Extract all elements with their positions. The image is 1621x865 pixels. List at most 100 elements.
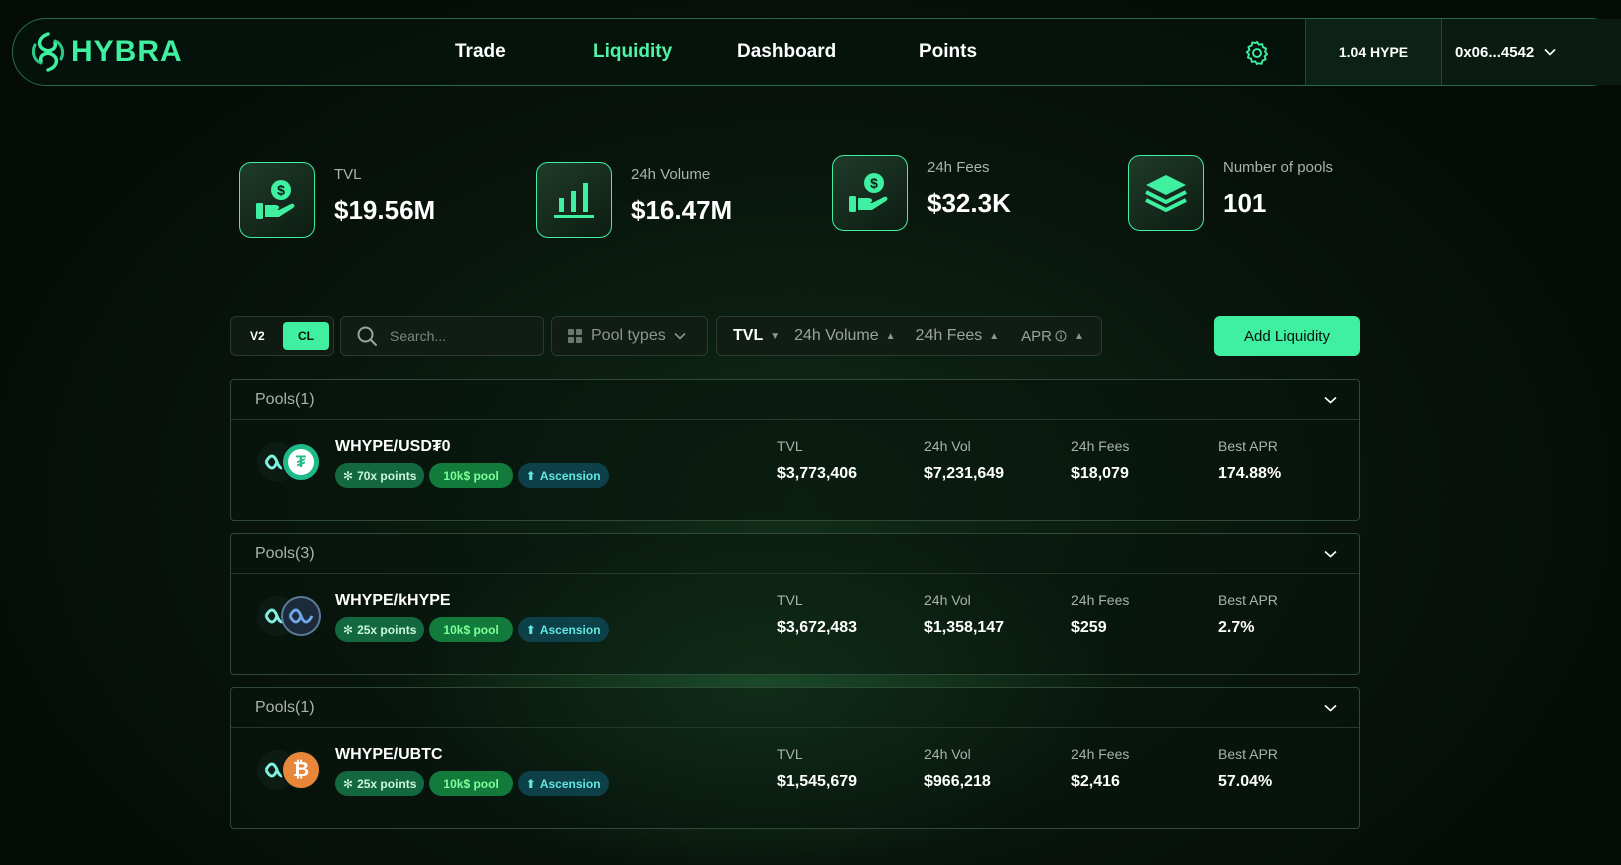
pool-row[interactable]: ₮ WHYPE/USD₮0 ✻ 70x points 10k$ pool ⬆ A… [231,420,1359,520]
stat-label: 24h Fees [927,159,990,176]
metric-label: TVL [777,438,803,454]
wallet-button[interactable]: 0x06...4542 [1441,19,1621,85]
pool-group-label: Pools(1) [255,698,315,716]
sort-apr[interactable]: APR ▲ [1021,328,1084,345]
nav-liquidity[interactable]: Liquidity [593,41,672,63]
metric-label: TVL [777,746,803,762]
stat-label: 24h Volume [631,166,711,183]
pool-group-header[interactable]: Pools(1) [231,688,1359,728]
metric-volume: 24h Vol $966,218 [924,746,991,791]
toggle-v2[interactable]: V2 [250,329,265,343]
token-symbol: ₮ [288,449,314,475]
pool-size-badge: 10k$ pool [429,463,513,488]
pair-icons [257,596,321,636]
metric-value: $259 [1071,619,1107,636]
hand-dollar-icon: $ [239,162,315,238]
wallet-address: 0x06...4542 [1455,43,1535,61]
pair-name[interactable]: WHYPE/USD₮0 [335,438,451,456]
metric-value: $7,231,649 [924,465,1005,482]
token-symbol: ₿ [292,758,310,781]
metric-fees: 24h Fees $18,079 [1071,438,1129,483]
pool-group-label: Pools(1) [255,390,315,408]
ubtc-token-icon: ₿ [281,750,321,790]
svg-text:$: $ [277,182,285,198]
pool-card: Pools(1) ₿ WHYPE/UBTC ✻ 25x points 10k$ … [230,687,1360,829]
metric-value: $1,358,147 [924,619,1005,636]
ascension-badge: ⬆ Ascension [517,617,609,642]
nav-points[interactable]: Points [919,41,977,63]
sort-bar: TVL ▼ 24h Volume ▲ 24h Fees ▲ APR ▲ [716,316,1102,356]
search-icon [357,326,377,346]
chevron-down-icon[interactable] [1324,550,1337,558]
pool-size-badge: 10k$ pool [429,771,513,796]
stat-value: $19.56M [334,195,436,225]
metric-apr: Best APR 2.7% [1218,592,1278,637]
logo[interactable]: HYBRA [29,31,183,73]
metric-label: 24h Fees [1071,746,1130,762]
points-icon: ✻ [343,468,354,483]
pool-row[interactable]: WHYPE/kHYPE ✻ 25x points 10k$ pool ⬆ Asc… [231,574,1359,674]
metric-apr: Best APR 174.88% [1218,438,1281,483]
brand-name: HYBRA [71,35,183,68]
stat-value: 101 [1223,188,1267,218]
sort-volume[interactable]: 24h Volume ▲ [794,327,895,345]
khype-token-icon [281,596,321,636]
info-icon[interactable] [1055,330,1067,342]
sort-asc-icon: ▲ [989,330,1000,342]
metric-label: 24h Vol [924,592,971,608]
metric-label: TVL [777,592,803,608]
pool-size-badge: 10k$ pool [429,617,513,642]
add-liquidity-button[interactable]: Add Liquidity [1214,316,1360,356]
metric-fees: 24h Fees $2,416 [1071,746,1129,791]
metric-value: $18,079 [1071,465,1129,482]
nav-dashboard[interactable]: Dashboard [737,41,836,63]
metric-tvl: TVL $3,773,406 [777,438,857,483]
version-toggle: V2 CL [230,316,334,356]
chevron-down-icon[interactable] [1324,704,1337,712]
metric-label: 24h Vol [924,438,971,454]
metric-value: $3,773,406 [777,465,858,482]
points-badge: ✻ 25x points [335,617,425,642]
stat-pools: Number of pools 101 [1128,155,1333,231]
pool-card: Pools(1) ₮ WHYPE/USD₮0 ✻ 70x points 10k$… [230,379,1360,521]
badge-list: ✻ 25x points 10k$ pool ⬆ Ascension [335,771,609,796]
pool-group-label: Pools(3) [255,544,315,562]
metric-volume: 24h Vol $7,231,649 [924,438,1004,483]
sort-fees[interactable]: 24h Fees ▲ [916,327,1000,345]
pair-icons: ₿ [257,750,321,790]
balance-display[interactable]: 1.04 HYPE [1305,19,1441,85]
stat-value: $32.3K [927,188,1011,218]
chevron-down-icon[interactable] [1324,396,1337,404]
toggle-cl[interactable]: CL [283,322,329,350]
pool-types-dropdown[interactable]: Pool types [551,316,708,356]
svg-text:$: $ [870,175,878,191]
metric-value: $966,218 [924,773,991,790]
pool-group-header[interactable]: Pools(1) [231,380,1359,420]
chevron-down-icon [674,332,686,340]
metric-label: Best APR [1218,592,1278,608]
pair-name[interactable]: WHYPE/UBTC [335,746,443,764]
pool-row[interactable]: ₿ WHYPE/UBTC ✻ 25x points 10k$ pool ⬆ As… [231,728,1359,828]
pool-group-header[interactable]: Pools(3) [231,534,1359,574]
pool-types-label: Pool types [591,327,666,344]
points-badge: ✻ 25x points [335,771,425,796]
badge-label: Ascension [539,468,601,483]
metric-volume: 24h Vol $1,358,147 [924,592,1004,637]
usdt0-token-icon: ₮ [281,442,321,482]
search-input[interactable] [390,328,520,344]
metric-label: Best APR [1218,746,1278,762]
sort-asc-icon: ▲ [885,330,896,342]
nav-trade[interactable]: Trade [455,41,506,63]
gear-icon[interactable] [1243,39,1271,67]
grid-icon [568,329,582,343]
pair-name[interactable]: WHYPE/kHYPE [335,592,451,610]
metric-label: 24h Vol [924,746,971,762]
metric-tvl: TVL $1,545,679 [777,746,857,791]
metric-value: 57.04% [1218,773,1273,790]
sort-tvl[interactable]: TVL ▼ [733,327,780,345]
badge-label: 25x points [357,776,417,791]
metric-label: 24h Fees [1071,592,1130,608]
metric-value: 174.88% [1218,465,1282,482]
pool-card: Pools(3) WHYPE/kHYPE ✻ 25x points 10k$ p… [230,533,1360,675]
stat-volume: 24h Volume $16.47M [536,162,732,238]
